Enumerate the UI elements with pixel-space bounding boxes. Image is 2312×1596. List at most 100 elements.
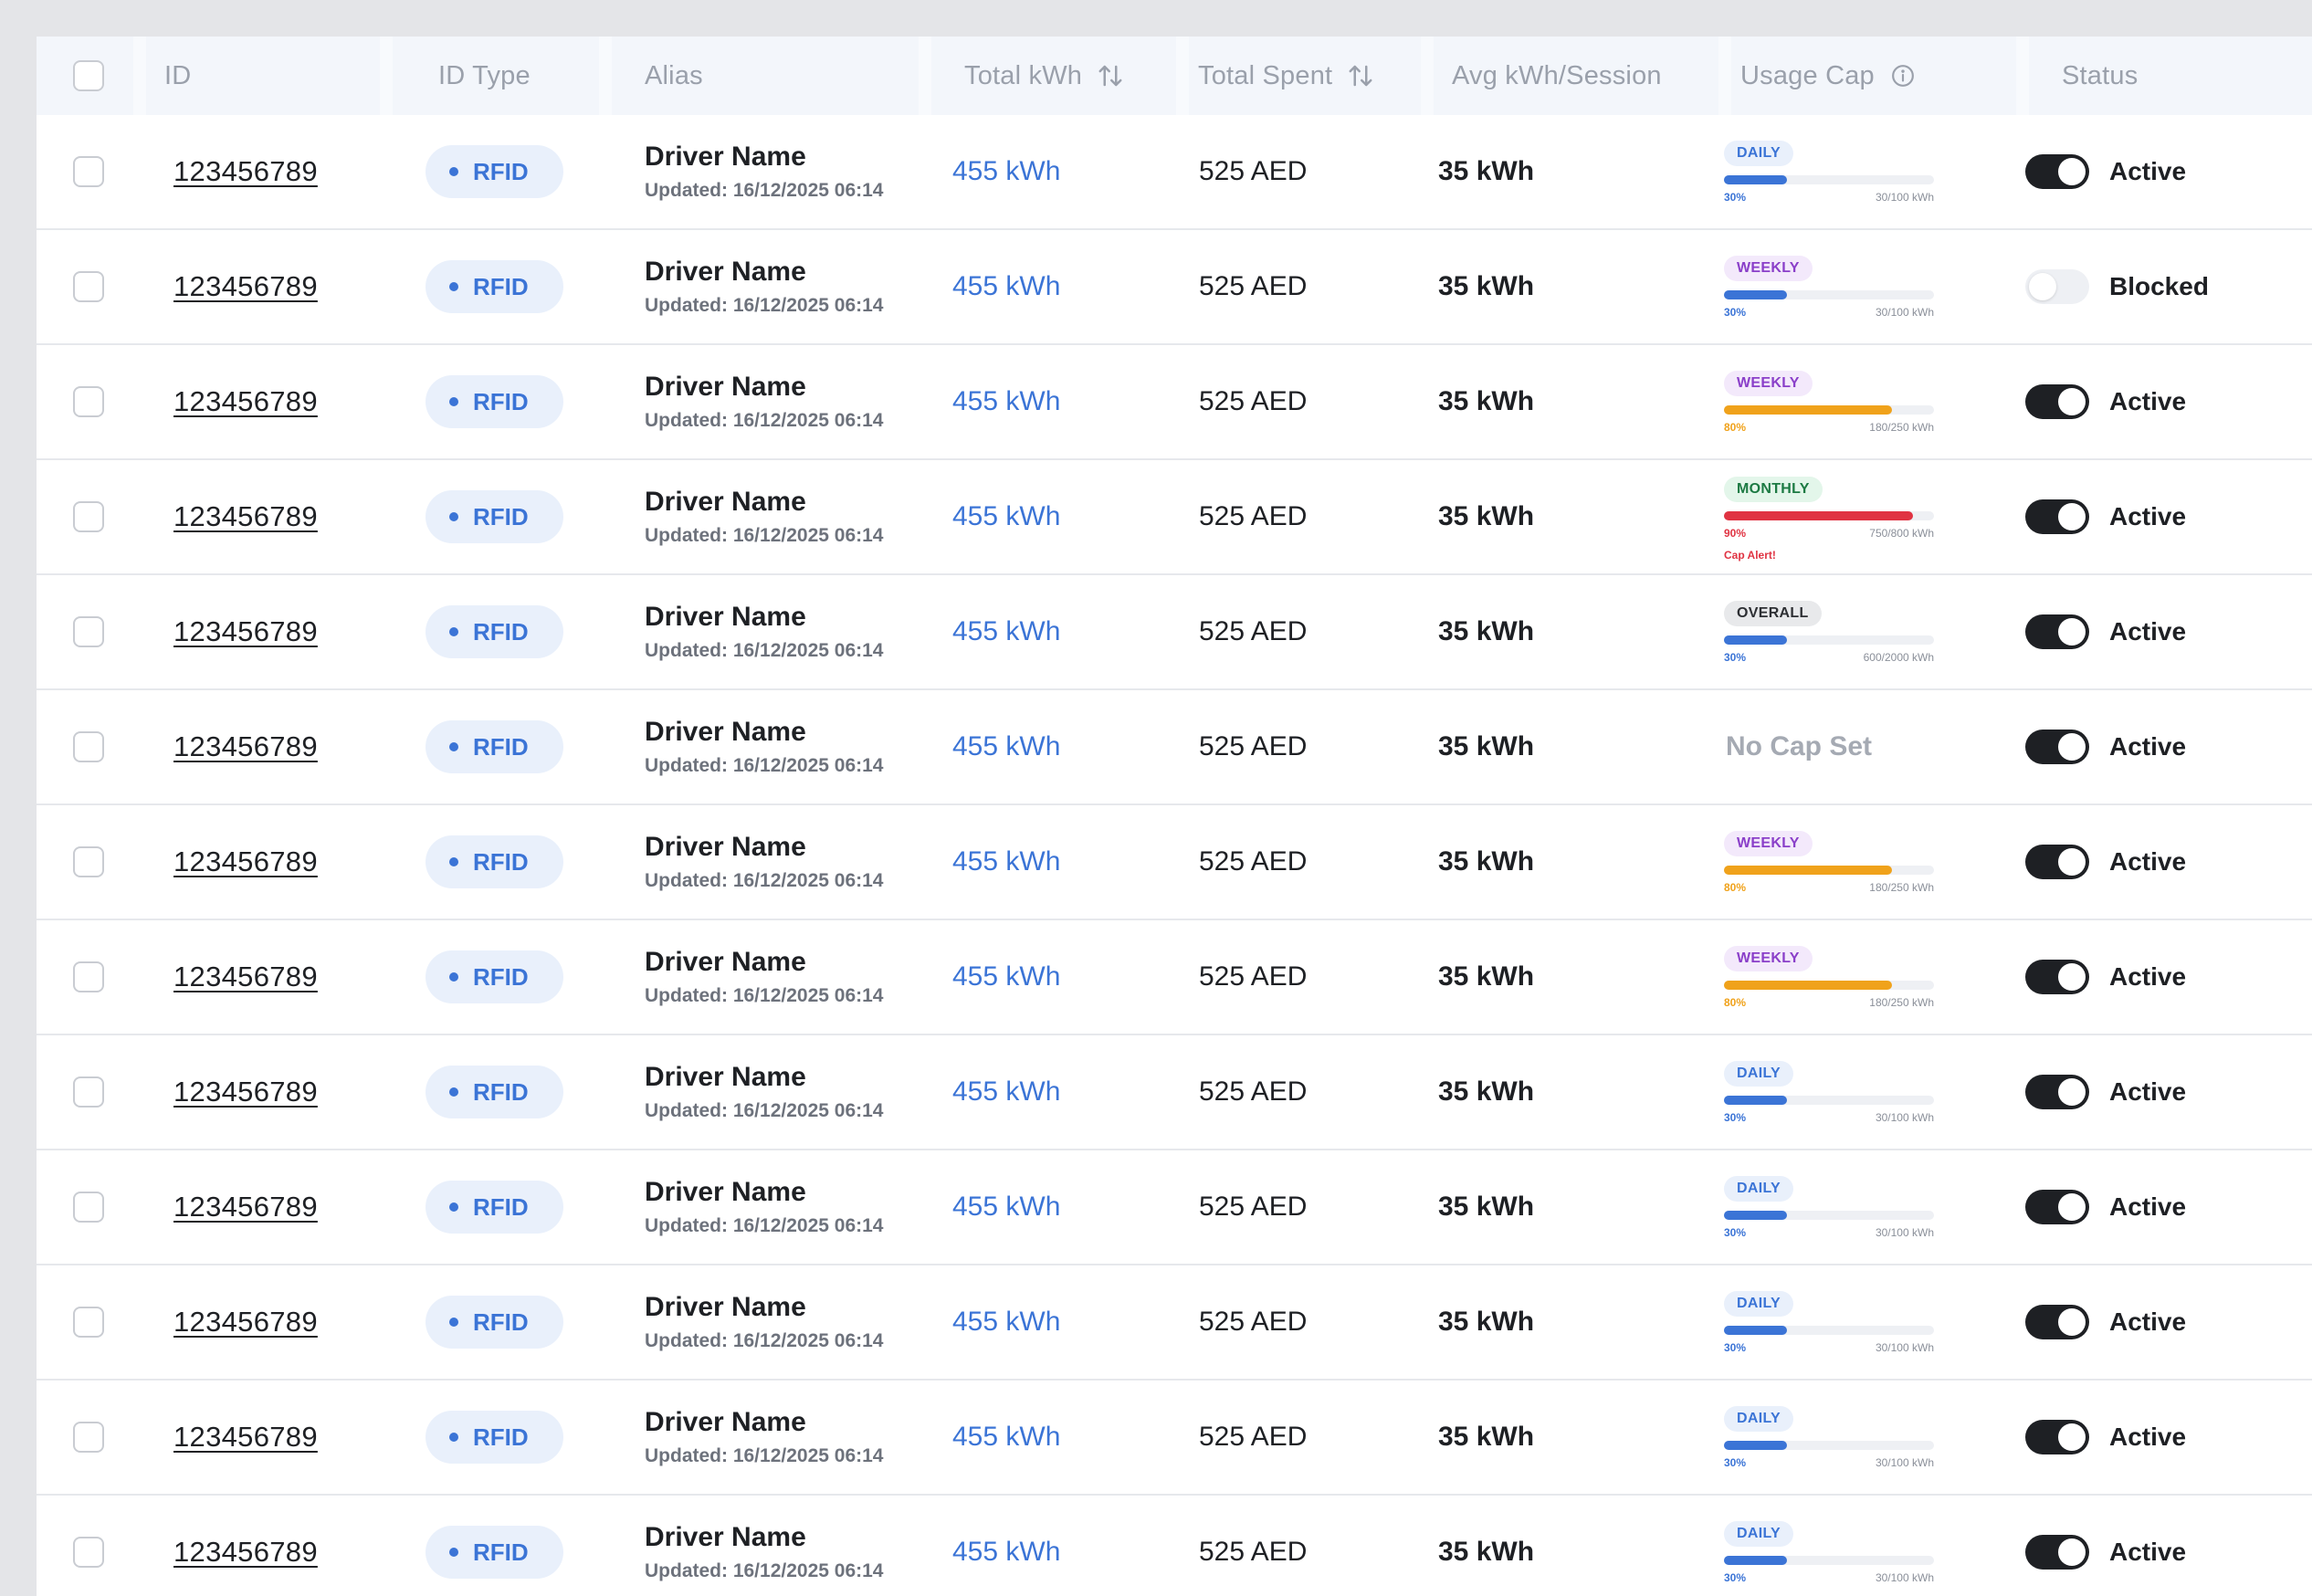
header-total-spent[interactable]: Total Spent — [1198, 37, 1374, 115]
id-link[interactable]: 123456789 — [173, 270, 318, 303]
id-type-cell: RFID — [426, 805, 563, 919]
table-row[interactable]: 123456789 RFID Driver Name Updated: 16/1… — [37, 1265, 2312, 1381]
table-row[interactable]: 123456789 RFID Driver Name Updated: 16/1… — [37, 805, 2312, 920]
avg-kwh-value: 35 kWh — [1438, 271, 1535, 301]
status-toggle[interactable] — [2025, 614, 2089, 649]
table-row[interactable]: 123456789 RFID Driver Name Updated: 16/1… — [37, 1381, 2312, 1496]
id-cell: 123456789 — [173, 920, 318, 1034]
status-dot-icon — [449, 1318, 458, 1327]
info-icon[interactable] — [1891, 64, 1915, 88]
row-checkbox[interactable] — [73, 846, 104, 877]
status-toggle[interactable] — [2025, 845, 2089, 879]
id-link[interactable]: 123456789 — [173, 961, 318, 993]
table-row[interactable]: 123456789 RFID Driver Name Updated: 16/1… — [37, 1150, 2312, 1265]
row-checkbox[interactable] — [73, 271, 104, 302]
driver-name: Driver Name — [645, 832, 806, 862]
row-checkbox[interactable] — [73, 961, 104, 992]
row-checkbox[interactable] — [73, 501, 104, 532]
row-checkbox[interactable] — [73, 386, 104, 417]
avg-kwh-value: 35 kWh — [1438, 1307, 1535, 1337]
header-alias[interactable]: Alias — [645, 37, 703, 115]
status-toggle[interactable] — [2025, 730, 2089, 764]
id-link[interactable]: 123456789 — [173, 1191, 318, 1223]
id-link[interactable]: 123456789 — [173, 1076, 318, 1108]
table-row[interactable]: 123456789 RFID Driver Name Updated: 16/1… — [37, 920, 2312, 1035]
total-kwh-value: 455 kWh — [952, 846, 1061, 877]
alias-cell: Driver Name Updated: 16/12/2025 06:14 — [645, 1496, 883, 1596]
updated-timestamp: Updated: 16/12/2025 06:14 — [645, 755, 884, 776]
usage-cap-cell: OVERALL 30% 600/2000 kWh — [1724, 575, 1943, 688]
id-type-badge: RFID — [426, 720, 563, 773]
table-row[interactable]: 123456789 RFID Driver Name Updated: 16/1… — [37, 575, 2312, 690]
status-label: Active — [2109, 1307, 2187, 1336]
header-total-spent-label: Total Spent — [1198, 60, 1333, 90]
status-label: Active — [2109, 962, 2187, 991]
id-type-label: RFID — [473, 1538, 529, 1566]
id-link[interactable]: 123456789 — [173, 500, 318, 533]
row-checkbox[interactable] — [73, 1307, 104, 1338]
status-toggle[interactable] — [2025, 1305, 2089, 1339]
row-checkbox[interactable] — [73, 156, 104, 187]
table-row[interactable]: 123456789 RFID Driver Name Updated: 16/1… — [37, 1496, 2312, 1596]
status-toggle[interactable] — [2025, 384, 2089, 419]
driver-name: Driver Name — [645, 372, 806, 402]
id-type-label: RFID — [473, 617, 529, 646]
row-select-cell — [73, 805, 104, 919]
id-link[interactable]: 123456789 — [173, 385, 318, 418]
row-checkbox[interactable] — [73, 1192, 104, 1223]
header-id[interactable]: ID — [164, 37, 191, 115]
row-checkbox[interactable] — [73, 616, 104, 647]
sort-arrows-icon[interactable] — [1097, 62, 1124, 89]
row-checkbox[interactable] — [73, 1076, 104, 1108]
status-toggle[interactable] — [2025, 1190, 2089, 1224]
avg-cell: 35 kWh — [1438, 230, 1534, 343]
id-cell: 123456789 — [173, 345, 318, 458]
table-row[interactable]: 123456789 RFID Driver Name Updated: 16/1… — [37, 460, 2312, 575]
total-kwh-value: 455 kWh — [952, 961, 1061, 992]
header-total-kwh[interactable]: Total kWh — [964, 37, 1124, 115]
header-status[interactable]: Status — [2062, 37, 2138, 115]
header-id-type[interactable]: ID Type — [438, 37, 531, 115]
id-cell: 123456789 — [173, 115, 318, 228]
row-checkbox[interactable] — [73, 1422, 104, 1453]
status-toggle[interactable] — [2025, 1075, 2089, 1109]
table-row[interactable]: 123456789 RFID Driver Name Updated: 16/1… — [37, 115, 2312, 230]
status-toggle[interactable] — [2025, 269, 2089, 304]
id-link[interactable]: 123456789 — [173, 1536, 318, 1569]
id-link[interactable]: 123456789 — [173, 845, 318, 878]
id-cell: 123456789 — [173, 1381, 318, 1494]
select-all-cell — [73, 37, 104, 115]
sort-arrows-icon[interactable] — [1347, 62, 1374, 89]
status-toggle[interactable] — [2025, 154, 2089, 189]
row-checkbox[interactable] — [73, 1537, 104, 1568]
id-link[interactable]: 123456789 — [173, 155, 318, 188]
header-avg[interactable]: Avg kWh/Session — [1452, 37, 1662, 115]
status-toggle[interactable] — [2025, 1535, 2089, 1570]
row-select-cell — [73, 1496, 104, 1596]
id-link[interactable]: 123456789 — [173, 1306, 318, 1339]
select-all-checkbox[interactable] — [73, 60, 104, 91]
table-row[interactable]: 123456789 RFID Driver Name Updated: 16/1… — [37, 1035, 2312, 1150]
avg-cell: 35 kWh — [1438, 1265, 1534, 1379]
header-divider — [1176, 37, 1189, 115]
header-divider — [1421, 37, 1434, 115]
id-type-label: RFID — [473, 962, 529, 991]
cap-period-badge: OVERALL — [1724, 601, 1822, 626]
id-cell: 123456789 — [173, 1150, 318, 1264]
id-link[interactable]: 123456789 — [173, 730, 318, 763]
id-link[interactable]: 123456789 — [173, 615, 318, 648]
table-row[interactable]: 123456789 RFID Driver Name Updated: 16/1… — [37, 690, 2312, 805]
status-toggle[interactable] — [2025, 960, 2089, 994]
header-usage-cap[interactable]: Usage Cap — [1740, 37, 1915, 115]
status-dot-icon — [449, 397, 458, 406]
row-checkbox[interactable] — [73, 731, 104, 762]
status-cell: Active — [2025, 690, 2186, 803]
total-spent-value: 525 AED — [1199, 1307, 1308, 1337]
status-toggle[interactable] — [2025, 1420, 2089, 1454]
row-select-cell — [73, 1035, 104, 1149]
id-link[interactable]: 123456789 — [173, 1421, 318, 1454]
table-row[interactable]: 123456789 RFID Driver Name Updated: 16/1… — [37, 230, 2312, 345]
id-type-badge: RFID — [426, 1066, 563, 1118]
table-row[interactable]: 123456789 RFID Driver Name Updated: 16/1… — [37, 345, 2312, 460]
status-toggle[interactable] — [2025, 499, 2089, 534]
